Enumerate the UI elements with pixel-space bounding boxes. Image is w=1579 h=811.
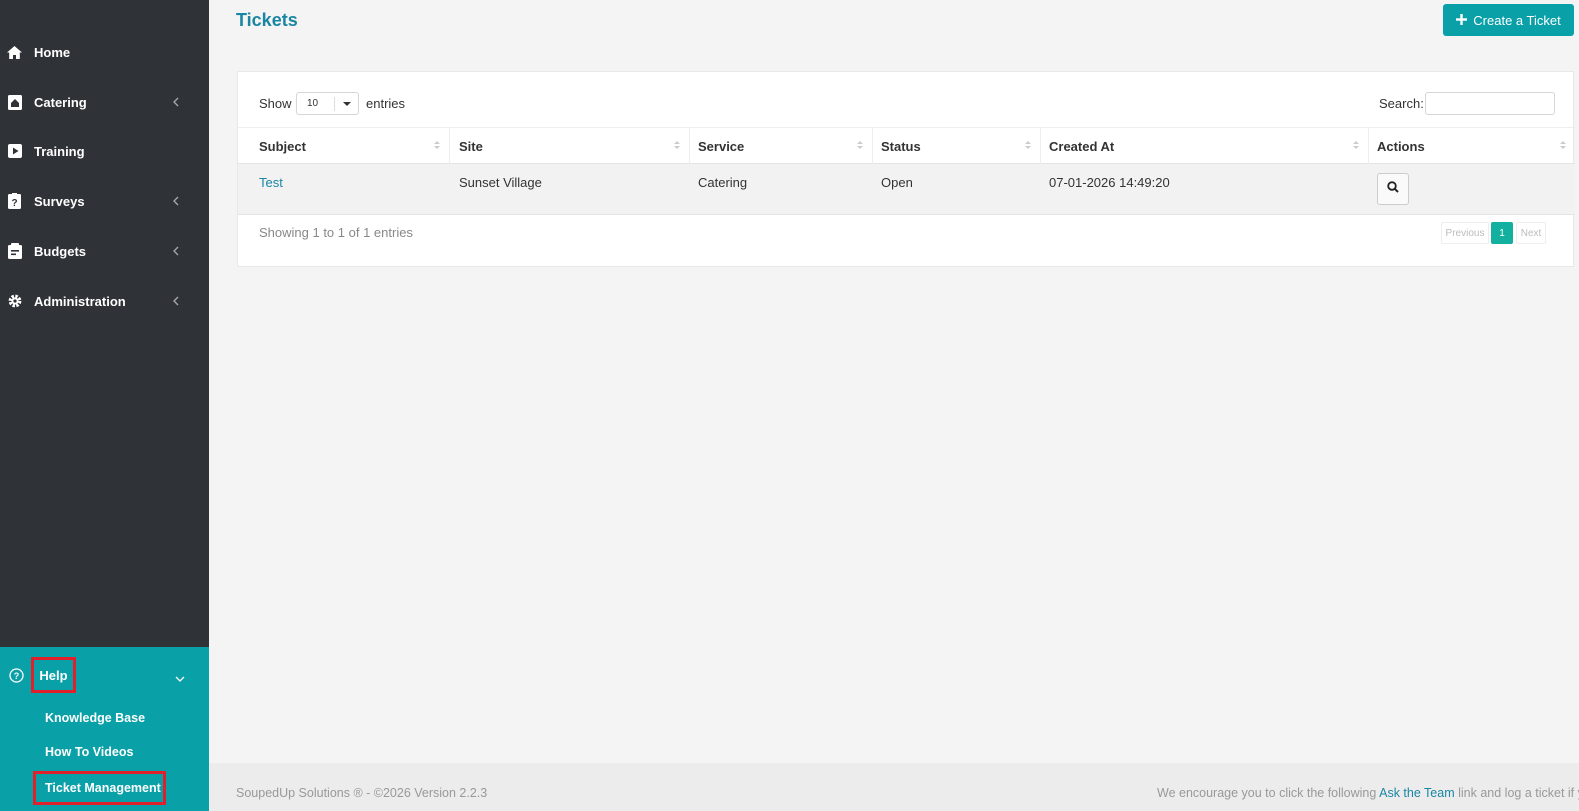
ticket-site: Sunset Village (459, 175, 542, 190)
ticket-created-at: 07-01-2026 14:49:20 (1049, 175, 1170, 190)
help-circle-icon: ? (9, 668, 24, 683)
plus-icon (1456, 13, 1468, 28)
sidebar-item-training[interactable]: Training (0, 131, 209, 171)
column-header-label: Subject (259, 138, 306, 154)
sidebar-item-home[interactable]: Home (0, 32, 209, 72)
sidebar-item-surveys[interactable]: ? Surveys (0, 181, 209, 221)
catering-icon (7, 94, 22, 110)
column-header-created-at[interactable]: Created At (1041, 128, 1369, 164)
svg-text:?: ? (11, 198, 17, 209)
column-header-service[interactable]: Service (690, 128, 873, 164)
ticket-service: Catering (698, 175, 748, 190)
ticket-status: Open (881, 175, 913, 190)
create-ticket-button[interactable]: Create a Ticket (1443, 4, 1574, 36)
budget-icon (7, 243, 22, 259)
column-header-status[interactable]: Status (873, 128, 1041, 164)
column-header-label: Status (881, 138, 921, 154)
table-row: Test Sunset Village Catering Open 07-01-… (238, 164, 1575, 215)
sort-icon (433, 137, 441, 149)
sidebar-subitem-ticket-management[interactable]: Ticket Management (33, 771, 166, 805)
ticket-subject-link[interactable]: Test (259, 175, 283, 190)
footer-copyright: SoupedUp Solutions ® - ©2026 Version 2.2… (236, 786, 488, 800)
caret-down-icon (343, 102, 351, 106)
search-icon (1387, 180, 1399, 198)
search-input[interactable] (1425, 92, 1555, 115)
sort-icon (1024, 137, 1032, 149)
column-header-subject[interactable]: Subject (238, 128, 450, 164)
svg-text:?: ? (14, 671, 20, 681)
column-header-label: Service (698, 138, 745, 154)
footer-help-text: We encourage you to click the following … (1157, 786, 1579, 800)
sidebar-item-label: Surveys (34, 193, 85, 209)
chevron-left-icon (172, 97, 180, 107)
entries-length-select[interactable]: 10 (296, 92, 359, 115)
select-divider (334, 97, 335, 111)
column-header-label: Site (459, 138, 483, 154)
play-icon (7, 144, 22, 159)
chevron-left-icon (172, 296, 180, 306)
ask-the-team-link[interactable]: Ask the Team (1379, 786, 1455, 800)
sidebar: Home Catering Training ? Surveys Budgets (0, 0, 209, 811)
entries-label: entries (366, 96, 406, 111)
show-label: Show (259, 96, 292, 111)
help-label: Help (31, 657, 76, 693)
survey-icon: ? (7, 193, 22, 209)
column-header-label: Actions (1377, 138, 1425, 154)
footer: SoupedUp Solutions ® - ©2026 Version 2.2… (209, 763, 1579, 811)
sort-icon (673, 137, 681, 149)
home-icon (7, 45, 22, 60)
sidebar-subitem-knowledge-base[interactable]: Knowledge Base (45, 711, 145, 725)
column-header-label: Created At (1049, 138, 1115, 154)
sidebar-item-label: Training (34, 143, 85, 159)
help-panel: ? Help Knowledge Base How To Videos Tick… (0, 647, 209, 811)
chevron-left-icon (172, 196, 180, 206)
view-ticket-button[interactable] (1377, 173, 1409, 205)
sidebar-item-label: Home (34, 44, 71, 60)
gear-icon (7, 294, 22, 309)
sidebar-item-administration[interactable]: Administration (0, 281, 209, 321)
create-ticket-label: Create a Ticket (1473, 12, 1561, 28)
sidebar-item-budgets[interactable]: Budgets (0, 231, 209, 271)
footer-help-prefix: We encourage you to click the following (1157, 786, 1380, 800)
entries-length-value: 10 (307, 98, 319, 109)
search-label: Search: (1379, 96, 1424, 111)
pagination-next[interactable]: Next (1516, 222, 1546, 244)
sort-icon (1352, 137, 1360, 149)
table-header: Subject Site Service Status Created At A… (238, 127, 1575, 164)
column-header-actions[interactable]: Actions (1369, 128, 1575, 164)
chevron-down-icon (175, 670, 185, 682)
sort-icon (856, 137, 864, 149)
chevron-left-icon (172, 246, 180, 256)
sidebar-item-label: Budgets (34, 243, 86, 259)
pagination-previous[interactable]: Previous (1441, 222, 1489, 244)
table-info: Showing 1 to 1 of 1 entries (259, 225, 413, 240)
tickets-card: Show 10 entries Search: Subject Site Ser… (237, 71, 1575, 267)
page-title: Tickets (236, 10, 298, 30)
pagination-page-1[interactable]: 1 (1491, 222, 1513, 244)
column-header-site[interactable]: Site (450, 128, 690, 164)
footer-help-suffix: link and log a ticket if yo (1454, 786, 1579, 800)
sidebar-item-help[interactable]: ? Help (0, 657, 209, 693)
sidebar-subitem-how-to-videos[interactable]: How To Videos (45, 745, 133, 759)
sidebar-item-catering[interactable]: Catering (0, 82, 209, 122)
sidebar-item-label: Catering (34, 94, 87, 110)
sort-icon (1559, 137, 1567, 149)
sidebar-item-label: Administration (34, 293, 126, 309)
